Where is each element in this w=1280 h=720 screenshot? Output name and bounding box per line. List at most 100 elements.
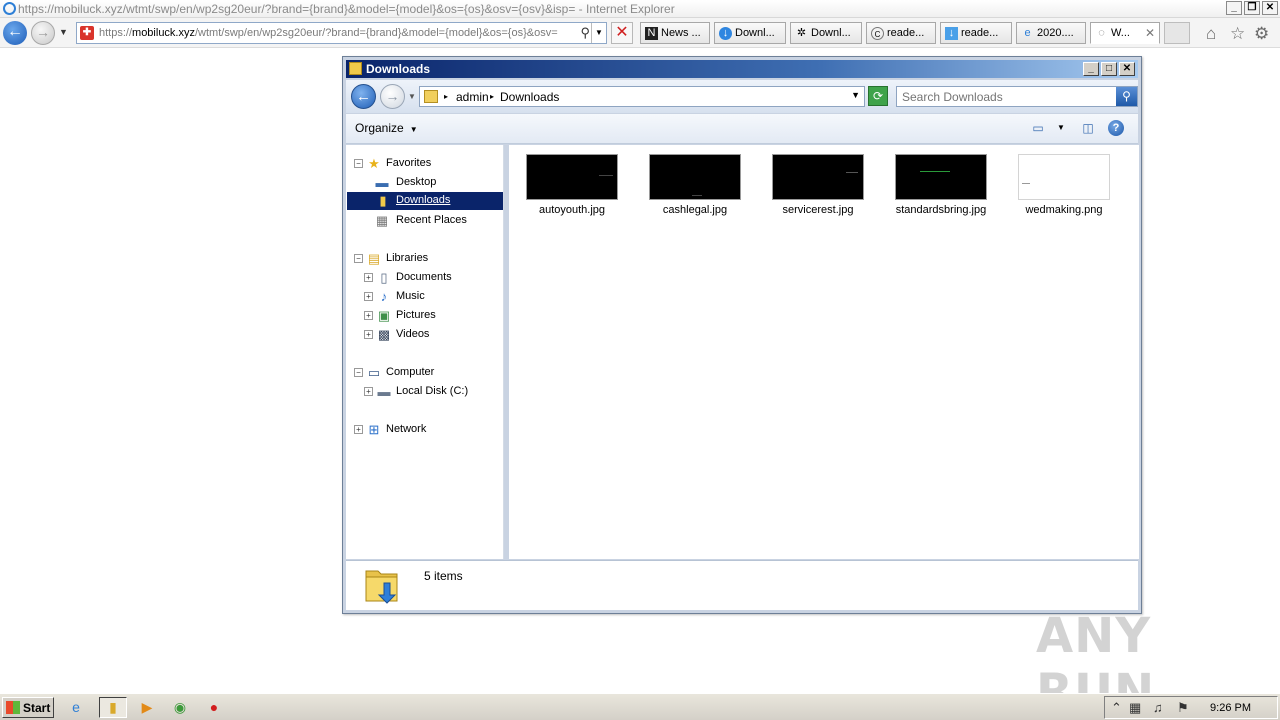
search-icon[interactable]: ⚲	[580, 25, 590, 41]
restore-button[interactable]: ❐	[1244, 1, 1260, 15]
tray-expand-icon[interactable]: ⌃	[1111, 700, 1122, 716]
ie-icon: e	[1024, 27, 1031, 39]
close-tab-icon[interactable]: ✕	[1145, 26, 1155, 40]
reader-icon: C	[871, 27, 884, 40]
tree-music[interactable]: + ♪ Music	[364, 288, 502, 306]
image-thumbnail	[526, 154, 618, 200]
address-dropdown[interactable]: ▼	[591, 23, 606, 43]
tools-gear-icon[interactable]: ⚙	[1254, 24, 1269, 44]
file-item[interactable]: autoyouth.jpg	[516, 154, 628, 216]
explorer-maximize-button[interactable]: □	[1101, 62, 1117, 76]
tree-libraries[interactable]: − ▤ Libraries	[354, 250, 502, 268]
tree-computer[interactable]: − ▭ Computer	[354, 364, 502, 382]
expand-toggle[interactable]: +	[364, 387, 373, 396]
libraries-icon: ▤	[367, 251, 381, 266]
tree-recent-places[interactable]: ▦ Recent Places	[374, 212, 502, 230]
volume-icon[interactable]: ♫	[1153, 700, 1163, 715]
news-icon: N	[645, 27, 658, 40]
taskbar-chrome-icon[interactable]: ◉	[166, 697, 194, 718]
refresh-button[interactable]: ⟳	[868, 86, 888, 106]
back-button[interactable]: ←	[3, 21, 27, 45]
tree-documents[interactable]: + ▯ Documents	[364, 269, 502, 287]
tree-downloads[interactable]: ▮ Downloads	[347, 192, 503, 210]
windows-logo-icon	[6, 701, 20, 714]
favorites-star-icon[interactable]: ☆	[1230, 24, 1245, 44]
breadcrumb-root-arrow[interactable]: ▸	[444, 92, 448, 101]
tree-local-disk[interactable]: + ▬ Local Disk (C:)	[364, 383, 502, 401]
recent-locations-dropdown[interactable]: ▼	[408, 92, 416, 101]
tree-desktop[interactable]: ▬ Desktop	[374, 174, 502, 192]
collapse-toggle[interactable]: −	[354, 254, 363, 263]
tab-active[interactable]: ◌ W... ✕	[1090, 22, 1160, 44]
help-icon[interactable]: ?	[1108, 120, 1124, 136]
system-tray: ⌃ ▦ ♫ ⚑ 9:26 PM	[1104, 696, 1278, 719]
desktop-icon: ▬	[375, 175, 389, 190]
clock[interactable]: 9:26 PM	[1210, 702, 1251, 714]
breadcrumb-admin[interactable]: admin	[456, 90, 489, 104]
image-thumbnail	[895, 154, 987, 200]
tree-videos[interactable]: + ▩ Videos	[364, 326, 502, 344]
breadcrumb-arrow[interactable]: ▸	[490, 92, 494, 101]
minimize-button[interactable]: _	[1226, 1, 1242, 15]
address-url[interactable]: https://mobiluck.xyz/wtmt/swp/en/wp2sg20…	[99, 27, 569, 39]
home-icon[interactable]: ⌂	[1206, 24, 1216, 44]
file-item[interactable]: standardsbring.jpg	[885, 154, 997, 216]
explorer-forward-button[interactable]: →	[380, 84, 405, 109]
change-view-icon[interactable]: ▭	[1030, 120, 1046, 136]
taskbar-explorer-icon[interactable]: ▮	[99, 697, 127, 718]
start-button[interactable]: Start	[2, 697, 54, 718]
explorer-close-button[interactable]: ✕	[1119, 62, 1135, 76]
tab-2020[interactable]: e 2020....	[1016, 22, 1086, 44]
tab-download-1[interactable]: ↓ Downl...	[714, 22, 786, 44]
downloads-folder-large-icon	[365, 570, 398, 604]
expand-toggle[interactable]: +	[364, 311, 373, 320]
search-icon[interactable]: ⚲	[1116, 87, 1137, 106]
tab-reader-1[interactable]: Creade...	[866, 22, 936, 44]
collapse-toggle[interactable]: −	[354, 368, 363, 377]
explorer-back-button[interactable]: ←	[351, 84, 376, 109]
collapse-toggle[interactable]: −	[354, 159, 363, 168]
file-item[interactable]: wedmaking.png	[1008, 154, 1120, 216]
explorer-search-box[interactable]: ⚲	[896, 86, 1138, 107]
download-icon: ↓	[945, 27, 958, 40]
taskbar-ie-icon[interactable]: e	[62, 697, 90, 718]
expand-toggle[interactable]: +	[364, 292, 373, 301]
explorer-minimize-button[interactable]: _	[1083, 62, 1099, 76]
ie-logo-icon	[3, 2, 16, 15]
tree-network[interactable]: + ⊞ Network	[354, 421, 502, 439]
network-tray-icon[interactable]: ▦	[1129, 700, 1141, 716]
view-options-dropdown[interactable]: ▼	[1056, 120, 1066, 136]
taskbar-warning-icon[interactable]: ●	[200, 697, 228, 718]
explorer-address-bar[interactable]: ▸ admin ▸ Downloads ▼	[419, 86, 865, 107]
music-icon: ♪	[380, 289, 388, 304]
pictures-icon: ▣	[377, 308, 391, 323]
search-downloads-input[interactable]	[902, 90, 1112, 104]
tab-download-2[interactable]: ✲ Downl...	[790, 22, 862, 44]
expand-toggle[interactable]: +	[354, 425, 363, 434]
path-dropdown[interactable]: ▼	[851, 90, 860, 100]
preview-pane-icon[interactable]: ◫	[1080, 120, 1096, 136]
file-item[interactable]: servicerest.jpg	[762, 154, 874, 216]
expand-toggle[interactable]: +	[364, 330, 373, 339]
tree-pictures[interactable]: + ▣ Pictures	[364, 307, 502, 325]
new-tab-button[interactable]	[1164, 22, 1190, 44]
image-thumbnail	[1018, 154, 1110, 200]
tab-news[interactable]: N News ...	[640, 22, 710, 44]
file-item[interactable]: cashlegal.jpg	[639, 154, 751, 216]
taskbar-media-player-icon[interactable]: ▶	[133, 697, 161, 718]
gift-favicon-icon: ✚	[80, 26, 94, 40]
close-button[interactable]: ✕	[1262, 1, 1278, 15]
breadcrumb-downloads[interactable]: Downloads	[500, 90, 559, 104]
action-center-flag-icon[interactable]: ⚑	[1177, 700, 1189, 716]
stop-button[interactable]: ✕	[611, 22, 633, 44]
download-icon: ↓	[719, 27, 732, 40]
tab-reader-2[interactable]: ↓ reade...	[940, 22, 1012, 44]
recent-pages-dropdown[interactable]: ▼	[59, 27, 68, 37]
browser-window-title: https://mobiluck.xyz/wtmt/swp/en/wp2sg20…	[18, 2, 675, 16]
address-bar[interactable]: ✚ https://mobiluck.xyz/wtmt/swp/en/wp2sg…	[76, 22, 607, 44]
favorites-star-icon: ★	[368, 156, 380, 171]
expand-toggle[interactable]: +	[364, 273, 373, 282]
organize-button[interactable]: Organize ▼	[355, 121, 418, 135]
tree-favorites[interactable]: − ★ Favorites	[354, 155, 502, 173]
forward-button[interactable]: →	[31, 21, 55, 45]
